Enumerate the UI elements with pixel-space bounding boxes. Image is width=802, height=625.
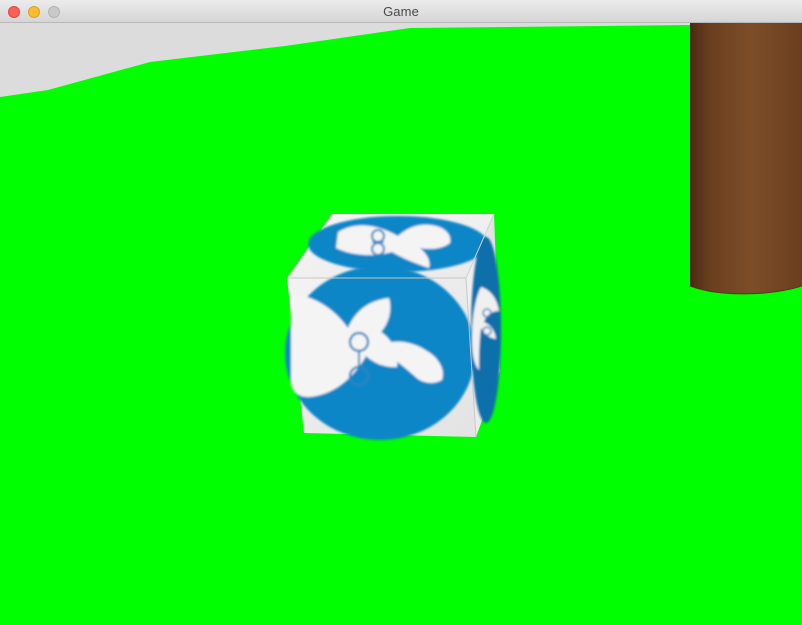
- scene-canvas: [0, 23, 802, 625]
- wooden-pillar: [689, 23, 802, 295]
- game-window: Game: [0, 0, 802, 625]
- game-viewport[interactable]: [0, 23, 802, 625]
- front-logo-icon: [285, 266, 475, 440]
- title-bar: Game: [0, 0, 802, 23]
- textured-cube[interactable]: [285, 213, 501, 440]
- window-title: Game: [383, 4, 419, 19]
- top-logo-icon: [308, 216, 488, 272]
- side-logo-icon: [471, 237, 501, 423]
